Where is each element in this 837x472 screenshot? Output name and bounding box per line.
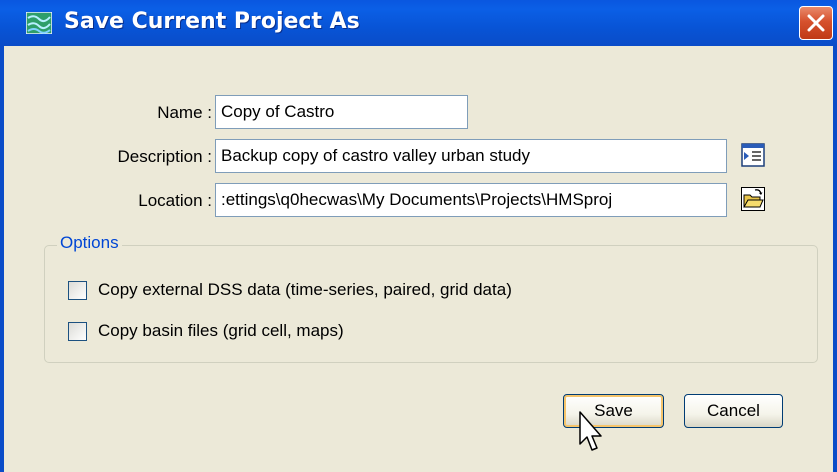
name-label: Name : bbox=[157, 103, 212, 122]
dialog-title: Save Current Project As bbox=[64, 9, 360, 34]
description-field[interactable]: Backup copy of castro valley urban study bbox=[215, 139, 727, 173]
close-icon bbox=[807, 14, 825, 32]
options-group bbox=[44, 245, 818, 363]
description-label: Description : bbox=[117, 147, 212, 166]
close-button[interactable] bbox=[799, 6, 833, 40]
cancel-button[interactable]: Cancel bbox=[684, 394, 783, 428]
watershed-app-icon bbox=[26, 12, 52, 34]
copy-basin-checkbox[interactable] bbox=[68, 322, 87, 341]
location-field[interactable]: :ettings\q0hecwas\My Documents\Projects\… bbox=[215, 183, 727, 217]
mouse-pointer-icon bbox=[579, 411, 602, 451]
copy-dss-label: Copy external DSS data (time-series, pai… bbox=[98, 280, 512, 299]
copy-basin-label: Copy basin files (grid cell, maps) bbox=[98, 321, 344, 340]
save-project-dialog: Save Current Project As Name : Copy of C… bbox=[0, 0, 837, 472]
location-label: Location : bbox=[138, 191, 212, 210]
window-frame-right bbox=[833, 46, 837, 472]
copy-dss-checkbox[interactable] bbox=[68, 281, 87, 300]
options-legend: Options bbox=[57, 233, 122, 253]
open-folder-icon[interactable] bbox=[741, 187, 765, 211]
text-editor-icon[interactable] bbox=[741, 143, 765, 167]
title-bar[interactable]: Save Current Project As bbox=[0, 0, 837, 46]
name-field[interactable]: Copy of Castro bbox=[215, 95, 468, 129]
